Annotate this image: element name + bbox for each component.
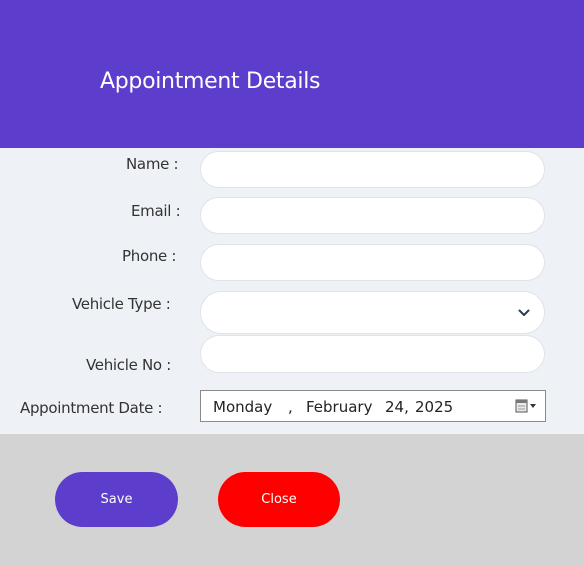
phone-input[interactable] bbox=[200, 244, 545, 281]
vehicle-type-label: Vehicle Type : bbox=[72, 295, 171, 313]
vehicle-type-select[interactable] bbox=[200, 291, 545, 334]
vehicle-no-input[interactable] bbox=[200, 335, 545, 373]
dialog-header: Appointment Details bbox=[0, 0, 584, 148]
date-weekday[interactable]: Monday bbox=[213, 397, 272, 417]
dialog-title: Appointment Details bbox=[100, 69, 321, 94]
email-input[interactable] bbox=[200, 197, 545, 234]
chevron-down-icon bbox=[518, 309, 530, 316]
date-day[interactable]: 24, bbox=[385, 397, 409, 417]
name-label: Name : bbox=[126, 155, 179, 173]
appointment-date-picker[interactable]: Monday , February 24, 2025 bbox=[200, 390, 546, 422]
appointment-date-label: Appointment Date : bbox=[20, 399, 163, 417]
save-button[interactable]: Save bbox=[55, 472, 178, 527]
date-separator: , bbox=[288, 398, 293, 416]
close-button[interactable]: Close bbox=[218, 472, 340, 527]
name-input[interactable] bbox=[200, 151, 545, 188]
appointment-dialog: Appointment Details Name : Email : Phone… bbox=[0, 0, 584, 566]
date-year[interactable]: 2025 bbox=[415, 397, 453, 417]
phone-label: Phone : bbox=[122, 247, 177, 265]
calendar-icon[interactable] bbox=[515, 398, 537, 414]
email-label: Email : bbox=[131, 202, 181, 220]
vehicle-no-label: Vehicle No : bbox=[86, 356, 172, 374]
date-month[interactable]: February bbox=[306, 397, 372, 417]
